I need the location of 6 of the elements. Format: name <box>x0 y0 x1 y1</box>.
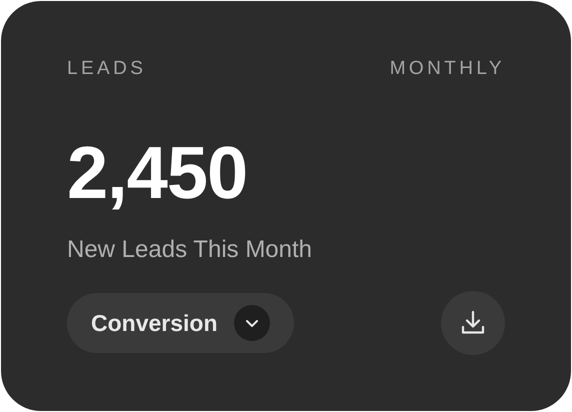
metric-caption: New Leads This Month <box>67 235 314 265</box>
metric-dropdown[interactable]: Conversion <box>67 293 294 353</box>
period-label: MONTHLY <box>390 57 505 81</box>
chevron-down-icon <box>234 305 270 341</box>
card-label: LEADS <box>67 57 146 81</box>
metric-value: 2,450 <box>67 133 248 213</box>
